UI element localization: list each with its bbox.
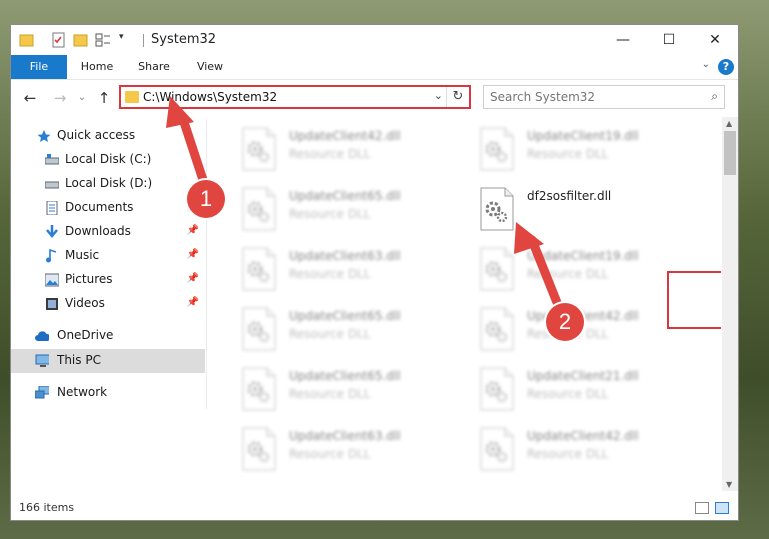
arrow-step-2	[514, 222, 565, 315]
arrow-step-1	[166, 96, 210, 191]
annotation-badge-1: 1	[187, 180, 225, 218]
annotation-badge-2: 2	[546, 303, 584, 341]
annotation-arrows	[166, 96, 565, 315]
